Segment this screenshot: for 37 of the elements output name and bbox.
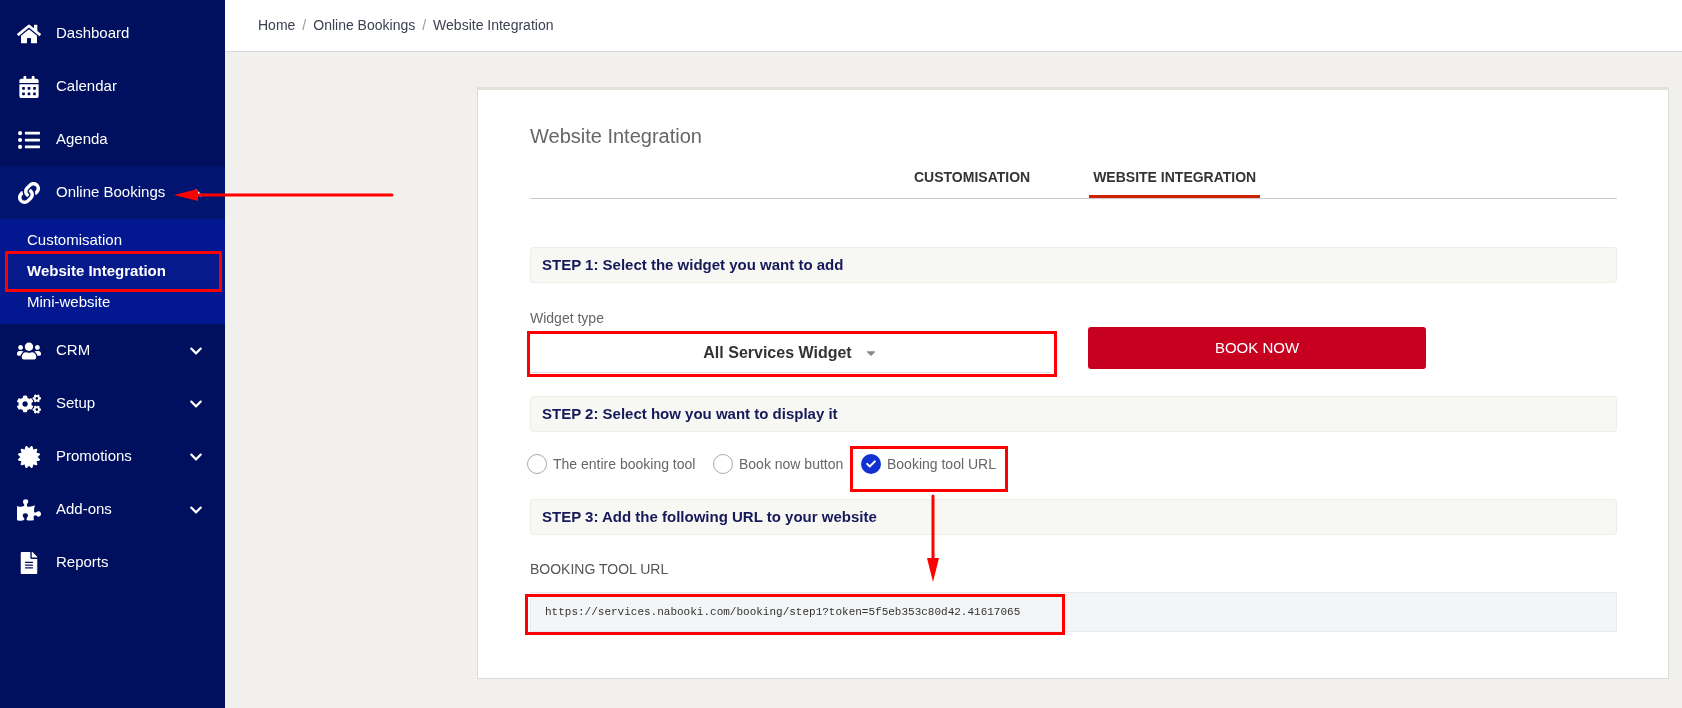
sidebar-item[interactable]: CRM [0, 324, 225, 377]
tab[interactable]: WEBSITE INTEGRATION [1089, 167, 1261, 198]
radio-option[interactable]: The entire booking tool [527, 453, 713, 475]
widget-select[interactable]: All Services Widget [530, 333, 1051, 373]
link-icon [17, 181, 41, 204]
sidebar-item[interactable]: Dashboard [0, 7, 225, 60]
sidebar-item[interactable]: Add-ons [0, 483, 225, 536]
sidebar-item[interactable]: Reports [0, 536, 225, 589]
card-title: Website Integration [530, 124, 703, 149]
badge-icon [17, 445, 41, 468]
list-icon [17, 128, 41, 151]
sidebar-item[interactable]: Calendar [0, 60, 225, 113]
home-icon [17, 22, 41, 45]
breadcrumb-separator: / [422, 16, 427, 35]
book-now-button[interactable]: BOOK NOW [1088, 327, 1426, 369]
submenu-item[interactable]: Mini-website [0, 287, 225, 318]
url-field[interactable]: https://services.nabooki.com/booking/step1?token=5f5eb353c80d42.41617065 [530, 592, 1617, 632]
breadcrumb-link[interactable]: Online Bookings [313, 15, 416, 36]
sidebar-item[interactable]: Setup [0, 377, 225, 430]
sidebar-item[interactable]: Agenda [0, 113, 225, 166]
tab[interactable]: CUSTOMISATION [910, 167, 1035, 198]
sidebar-item[interactable]: Online Bookings [0, 166, 225, 219]
breadcrumb-link[interactable]: Home [258, 15, 296, 36]
step-heading: STEP 2: Select how you want to display it [530, 396, 1617, 432]
radio-option[interactable]: Booking tool URL [861, 453, 996, 475]
breadcrumb-separator: / [302, 16, 307, 35]
step-heading: STEP 1: Select the widget you want to add [530, 247, 1617, 283]
field-label: Widget type [530, 309, 605, 328]
field-label: BOOKING TOOL URL [530, 560, 670, 579]
step-heading: STEP 3: Add the following URL to your website [530, 499, 1617, 535]
submenu-item[interactable]: Customisation [0, 225, 225, 256]
sidebar-item[interactable]: Promotions [0, 430, 225, 483]
puzzle-icon [17, 498, 41, 521]
radio-option[interactable]: Book now button [713, 453, 861, 475]
submenu-item[interactable]: Website Integration [0, 256, 225, 287]
gears-icon [17, 392, 41, 415]
calendar-icon [17, 75, 41, 98]
